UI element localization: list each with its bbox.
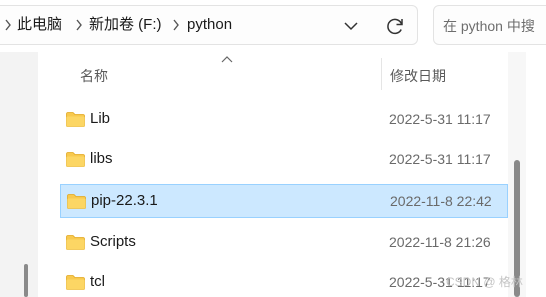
file-date: 2022-11-8 22:42 — [390, 193, 492, 209]
sort-ascending-icon — [221, 56, 233, 63]
column-divider[interactable] — [381, 58, 382, 90]
folder-icon — [66, 152, 85, 167]
list-item[interactable]: Scripts 2022-11-8 21:26 — [60, 226, 508, 260]
list-item[interactable]: libs 2022-5-31 11:17 — [60, 143, 508, 177]
search-input[interactable]: 在 python 中搜 — [443, 16, 535, 36]
navigation-pane — [0, 52, 38, 297]
file-name: pip-22.3.1 — [91, 192, 158, 209]
file-date: 2022-11-8 21:26 — [389, 234, 491, 250]
column-header: 名称 修改日期 — [38, 52, 508, 98]
folder-icon — [66, 275, 85, 290]
breadcrumb-python[interactable]: python — [187, 15, 232, 35]
refresh-button[interactable] — [380, 12, 410, 40]
file-date: 2022-5-31 11:17 — [389, 111, 491, 127]
watermark: CSDN @ 格林 — [446, 275, 523, 289]
list-item[interactable]: Lib 2022-5-31 11:17 — [60, 103, 508, 137]
chevron-down-icon — [344, 22, 358, 31]
file-name: Lib — [90, 110, 111, 127]
address-history-button[interactable] — [336, 12, 366, 40]
breadcrumb-separator-icon[interactable] — [74, 17, 84, 33]
folder-icon — [66, 112, 85, 127]
file-name: tcl — [90, 273, 105, 290]
file-name: Scripts — [90, 233, 136, 250]
folder-icon — [66, 235, 85, 250]
toolbar: 此电脑 新加卷 (F:) python 在 python 中搜 — [0, 0, 546, 52]
breadcrumb-drive[interactable]: 新加卷 (F:) — [89, 15, 162, 35]
list-item-selected[interactable]: pip-22.3.1 2022-11-8 22:42 — [60, 184, 508, 218]
refresh-icon — [387, 18, 403, 35]
search-box[interactable]: 在 python 中搜 — [433, 5, 546, 45]
column-date-modified[interactable]: 修改日期 — [390, 66, 446, 86]
breadcrumb-separator-icon[interactable] — [171, 17, 181, 33]
address-bar[interactable]: 此电脑 新加卷 (F:) python — [0, 5, 418, 45]
file-name: libs — [90, 150, 113, 167]
breadcrumb-this-pc[interactable]: 此电脑 — [17, 15, 62, 35]
file-date: 2022-5-31 11:17 — [389, 151, 491, 167]
folder-icon — [67, 194, 86, 209]
breadcrumb-separator-icon[interactable] — [3, 17, 13, 33]
navigation-scrollbar[interactable] — [24, 264, 28, 297]
column-name[interactable]: 名称 — [80, 66, 108, 86]
list-item[interactable]: tcl 2022-5-31 11:17 — [60, 266, 508, 297]
